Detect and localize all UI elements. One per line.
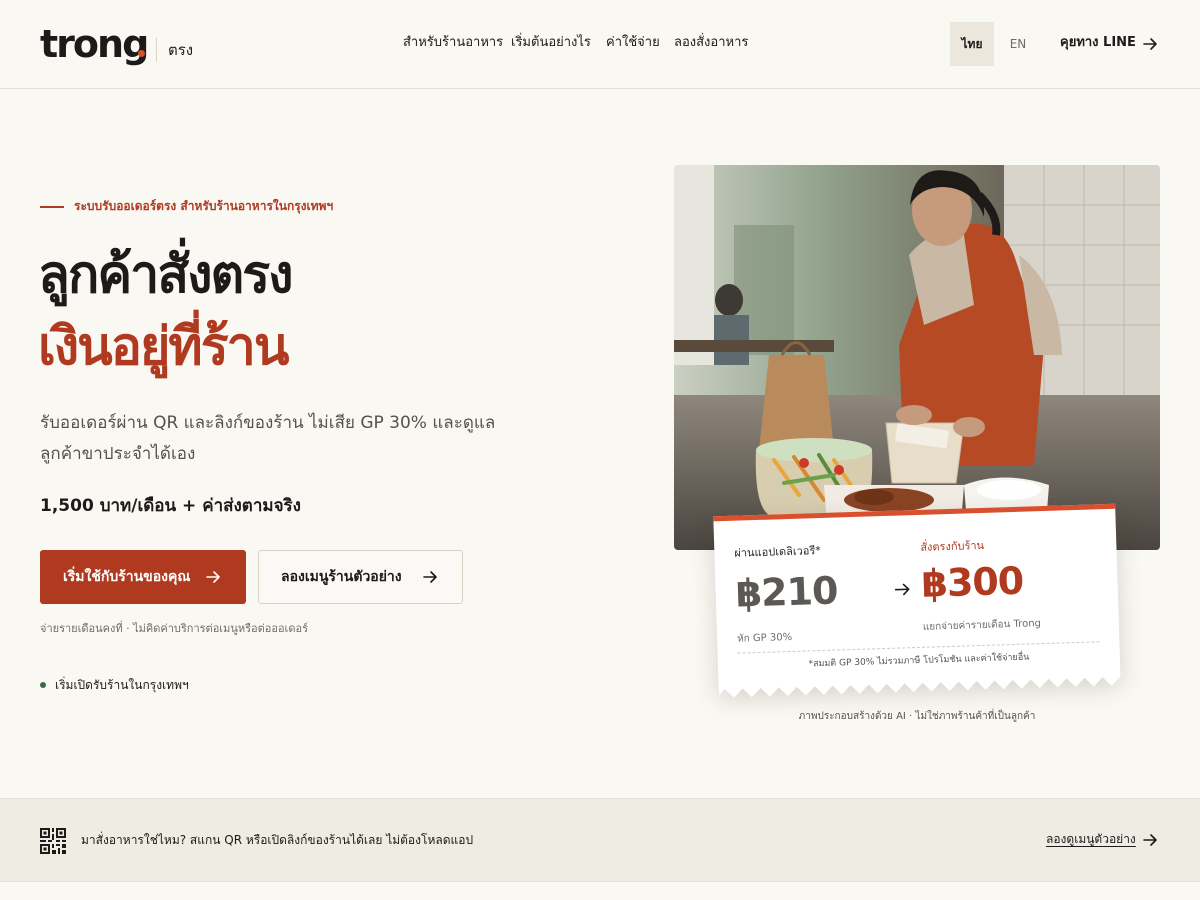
customer-order-banner: มาสั่งอาหารใช่ไหม? สแกน QR หรือเปิดลิงก์…: [0, 798, 1200, 882]
hero-subheadline: รับออเดอร์ผ่าน QR และลิงก์ของร้าน ไม่เสี…: [40, 413, 496, 464]
view-sample-menu-link[interactable]: ลองดูเมนูตัวอย่าง: [1046, 831, 1136, 847]
delivery-app-deduction: หัก GP 30%: [736, 631, 793, 645]
qr-code-icon: [40, 828, 66, 854]
delivery-app-label: ผ่านแอปเดลิเวอรี*: [734, 543, 822, 560]
hero-photo-restaurant-owner-packing-food: [674, 165, 1160, 550]
status-indicator-dot: [40, 682, 46, 688]
customer-prompt-text: มาสั่งอาหารใช่ไหม? สแกน QR หรือเปิดลิงก์…: [81, 833, 474, 847]
arrow-right-icon: [894, 583, 910, 596]
price-comparison-receipt: ผ่านแอปเดลิเวอรี* ฿210 หัก GP 30% สั่งตร…: [713, 503, 1121, 698]
direct-order-note: แยกจ่ายค่ารายเดือน Trong: [922, 618, 1042, 633]
arrow-right-icon[interactable]: [1142, 832, 1158, 848]
sample-menu-button-label: ลองเมนูร้านตัวอย่าง: [281, 569, 402, 585]
start-with-your-restaurant-button[interactable]: เริ่มใช้กับร้านของคุณ: [40, 550, 246, 604]
pricing-fine-print: จ่ายรายเดือนคงที่ · ไม่คิดค่าบริการต่อเม…: [40, 622, 308, 635]
logo-dot: [138, 50, 145, 57]
site-header: trong ตรง สำหรับร้านอาหาร เริ่มต้นอย่างไ…: [0, 0, 1200, 89]
image-caption: ภาพประกอบสร้างด้วย AI · ไม่ใช่ภาพร้านค้า…: [798, 711, 1036, 722]
hero-headline-line-2: เงินอยู่ที่ร้าน: [38, 317, 289, 377]
launch-status-text: เริ่มเปิดรับร้านในกรุงเทพฯ: [55, 678, 189, 692]
nav-link-for-restaurants[interactable]: สำหรับร้านอาหาร: [403, 34, 503, 52]
try-sample-menu-button[interactable]: ลองเมนูร้านตัวอย่าง: [258, 550, 463, 604]
direct-order-label: สั่งตรงกับร้าน: [920, 538, 985, 554]
delivery-app-amount: ฿210: [735, 568, 839, 616]
nav-link-how-to-start[interactable]: เริ่มต้นอย่างไร: [511, 34, 591, 52]
hero-headline-line-1: ลูกค้าสั่งตรง: [38, 245, 294, 305]
arrow-right-icon[interactable]: [1142, 36, 1158, 52]
lang-toggle-english[interactable]: EN: [1000, 22, 1036, 66]
logo[interactable]: trong: [40, 22, 149, 66]
logo-divider: [156, 38, 157, 62]
lang-toggle-thai[interactable]: ไทย: [950, 22, 994, 66]
eyebrow-rule: [40, 206, 64, 208]
direct-order-amount: ฿300: [920, 558, 1024, 606]
start-button-label: เริ่มใช้กับร้านของคุณ: [63, 569, 191, 585]
nav-link-try-ordering[interactable]: ลองสั่งอาหาร: [674, 34, 748, 52]
logo-thai-wordmark: ตรง: [168, 41, 194, 59]
arrow-right-icon: [423, 571, 437, 583]
hero-eyebrow: ระบบรับออเดอร์ตรง สำหรับร้านอาหารในกรุงเ…: [74, 199, 334, 213]
arrow-right-icon: [206, 571, 220, 583]
pricing-summary: 1,500 บาท/เดือน + ค่าส่งตามจริง: [40, 496, 301, 516]
nav-link-pricing[interactable]: ค่าใช้จ่าย: [606, 34, 660, 52]
line-contact-link[interactable]: คุยทาง LINE: [1060, 34, 1136, 52]
receipt-body: ผ่านแอปเดลิเวอรี* ฿210 หัก GP 30% สั่งตร…: [713, 503, 1121, 689]
